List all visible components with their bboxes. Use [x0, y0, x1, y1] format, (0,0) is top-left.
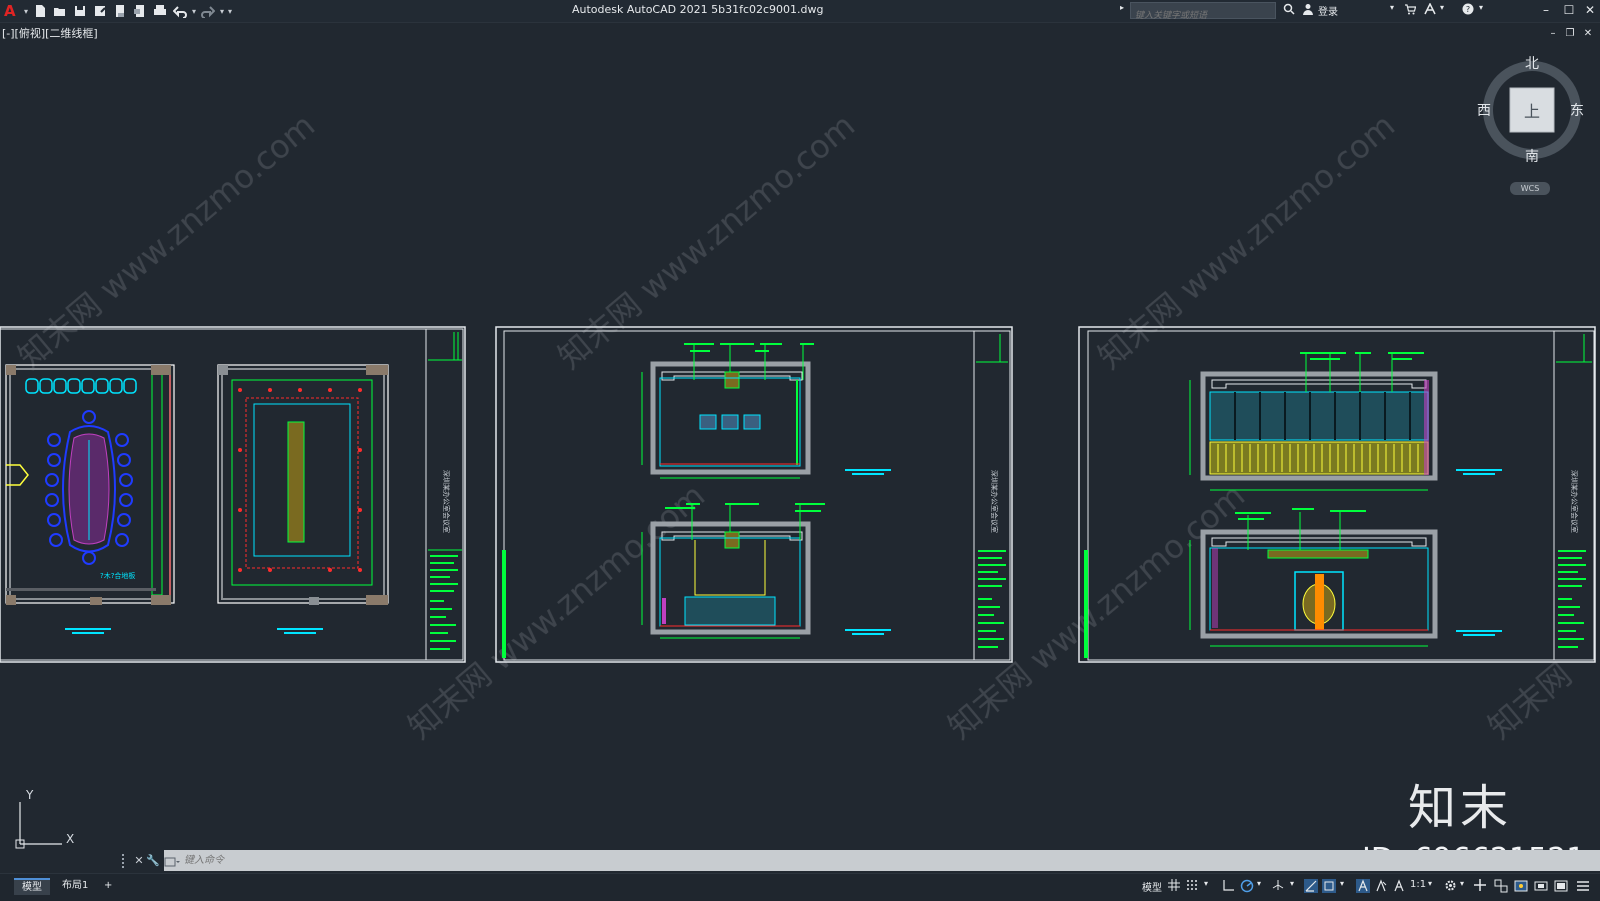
isolate-objects-icon[interactable] [1514, 879, 1528, 896]
svg-text:知末网 www.znzmo.com: 知末网 www.znzmo.com [551, 106, 862, 376]
tab-layout1[interactable]: 布局1 [54, 878, 96, 893]
hardware-acceleration-icon[interactable] [1534, 879, 1548, 896]
command-line: ✕ 🔧 [120, 850, 1600, 871]
command-grip-icon[interactable] [122, 853, 132, 868]
svg-text:深圳某办公室会议室: 深圳某办公室会议室 [442, 470, 451, 533]
ucs-x-label: X [66, 832, 75, 846]
viewcube-south[interactable]: 南 [1525, 146, 1539, 166]
annotation-visibility-icon[interactable] [1356, 879, 1370, 896]
brand-watermark: 知末 [1408, 780, 1513, 836]
viewcube-east[interactable]: 东 [1570, 100, 1584, 120]
object-snap-dropdown-chevron-icon[interactable]: ▾ [1340, 879, 1344, 888]
grid-icon[interactable] [1168, 879, 1180, 894]
ucs-y-label: Y [26, 788, 34, 802]
plan1-note: ?木?合地板 [100, 571, 135, 580]
sheet-3: 深圳某办公室会议室 [1078, 326, 1596, 663]
clean-screen-icon[interactable] [1554, 879, 1568, 896]
workspace-dropdown-chevron-icon[interactable]: ▾ [1460, 879, 1464, 888]
tab-add[interactable]: + [96, 878, 120, 893]
units-icon[interactable] [1494, 879, 1508, 896]
viewcube-north[interactable]: 北 [1525, 53, 1539, 73]
recent-commands-icon[interactable] [164, 854, 182, 868]
command-input-wrapper[interactable] [164, 850, 1600, 871]
snap-icon[interactable] [1186, 879, 1198, 894]
command-close-icon[interactable]: ✕ [132, 854, 146, 868]
annotation-scale-icon[interactable] [1392, 879, 1406, 896]
svg-text:深圳某办公室会议室: 深圳某办公室会议室 [990, 470, 999, 533]
viewcube-west[interactable]: 西 [1477, 100, 1491, 120]
customization-menu-icon[interactable] [1576, 879, 1590, 896]
svg-text:知末网 www.znzmo.com: 知末网 www.znzmo.com [11, 106, 322, 376]
ucs-icon: Y X [14, 788, 84, 852]
workspace-gear-icon[interactable] [1444, 879, 1457, 895]
polar-tracking-icon[interactable] [1240, 879, 1254, 896]
annotation-scale-dropdown-chevron-icon[interactable]: ▾ [1428, 879, 1432, 888]
annotation-scale-value[interactable]: 1:1 [1410, 879, 1426, 890]
tab-model[interactable]: 模型 [14, 878, 50, 895]
isodraft-dropdown-chevron-icon[interactable]: ▾ [1290, 879, 1294, 888]
viewcube[interactable]: 北 南 东 西 上 [1477, 56, 1584, 165]
svg-text:深圳某办公室会议室: 深圳某办公室会议室 [1570, 470, 1579, 533]
polar-dropdown-chevron-icon[interactable]: ▾ [1257, 879, 1261, 888]
object-snap-tracking-icon[interactable] [1304, 879, 1318, 896]
status-bar: 模型 布局1 + 模型 ▾ ▾ ▾ ▾ 1:1 ▾ ▾ [0, 873, 1600, 901]
svg-text:知末网 www.znzmo.com: 知末网 www.znzmo.com [1091, 106, 1402, 376]
svg-text:知末网: 知末网 [1481, 655, 1579, 746]
object-snap-icon[interactable] [1322, 879, 1336, 896]
annotation-monitor-icon[interactable] [1474, 879, 1486, 894]
auto-scale-icon[interactable] [1374, 879, 1388, 896]
customize-wrench-icon[interactable]: 🔧 [146, 854, 160, 868]
drawing-canvas[interactable]: 知末网 www.znzmo.com 知末网 www.znzmo.com 知末网 … [0, 0, 1600, 900]
wcs-menu[interactable]: WCS [1510, 182, 1550, 195]
ortho-icon[interactable] [1222, 879, 1234, 894]
snap-dropdown-chevron-icon[interactable]: ▾ [1204, 879, 1208, 888]
sheet-1: 深圳某办公室会议室 ?木?合地板 [0, 326, 466, 663]
viewcube-top-face[interactable]: 上 [1524, 98, 1540, 122]
command-input[interactable] [182, 850, 1600, 871]
model-space-button[interactable]: 模型 [1142, 879, 1162, 894]
isodraft-icon[interactable] [1272, 879, 1284, 894]
